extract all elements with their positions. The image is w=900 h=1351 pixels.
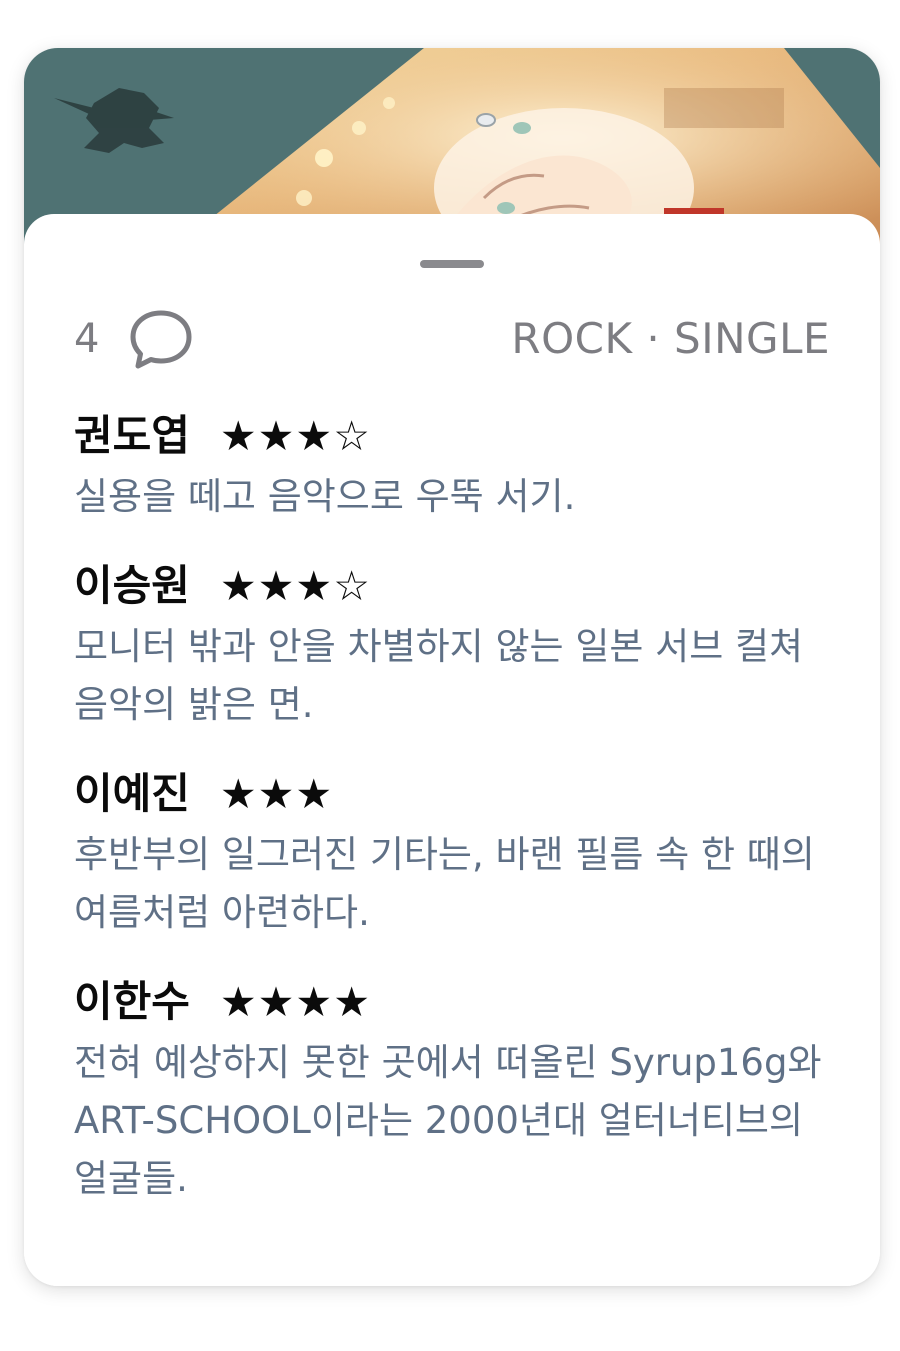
reviewer-name[interactable]: 권도엽 (74, 408, 190, 464)
review-text: 실용을 떼고 음악으로 우뚝 서기. (74, 475, 576, 518)
star-rating: ★★★☆ (219, 562, 371, 610)
comment-icon[interactable] (128, 308, 194, 370)
meta-row: 4 ROCK · SINGLE (74, 306, 830, 372)
review-item: 이한수 ★★★★ 전혀 예상하지 못한 곳에서 떠올린 Syrup16g와 AR… (74, 970, 830, 1208)
review-list: 권도엽 ★★★☆ 실용을 떼고 음악으로 우뚝 서기. 이승원 ★★★☆ 모니터… (74, 404, 830, 1236)
comment-count: 4 (74, 316, 100, 362)
reviewer-name[interactable]: 이한수 (74, 974, 190, 1030)
star-rating: ★★★★ (219, 978, 371, 1026)
reviewer-name[interactable]: 이예진 (74, 766, 190, 822)
review-text: 모니터 밖과 안을 차별하지 않는 일본 서브 컬쳐 음악의 밝은 면. (74, 625, 804, 726)
review-text: 후반부의 일그러진 기타는, 바랜 필름 속 한 때의 여름처럼 아련하다. (74, 833, 815, 934)
star-rating: ★★★ (219, 770, 334, 818)
sheet-grabber-handle[interactable] (420, 260, 484, 268)
review-item: 이승원 ★★★☆ 모니터 밖과 안을 차별하지 않는 일본 서브 컬쳐 음악의 … (74, 554, 830, 734)
star-rating: ★★★☆ (219, 412, 371, 460)
review-card: 4 ROCK · SINGLE 권도엽 ★★★☆ 실용을 떼고 음악으로 우뚝 … (24, 48, 880, 1286)
review-item: 이예진 ★★★ 후반부의 일그러진 기타는, 바랜 필름 속 한 때의 여름처럼… (74, 762, 830, 942)
reviewer-name[interactable]: 이승원 (74, 558, 190, 614)
reviews-sheet: 4 ROCK · SINGLE 권도엽 ★★★☆ 실용을 떼고 음악으로 우뚝 … (24, 214, 880, 1286)
genre-label: ROCK · SINGLE (511, 314, 830, 363)
review-item: 권도엽 ★★★☆ 실용을 떼고 음악으로 우뚝 서기. (74, 404, 830, 526)
review-text: 전혀 예상하지 못한 곳에서 떠올린 Syrup16g와 ART-SCHOOL이… (74, 1041, 822, 1200)
